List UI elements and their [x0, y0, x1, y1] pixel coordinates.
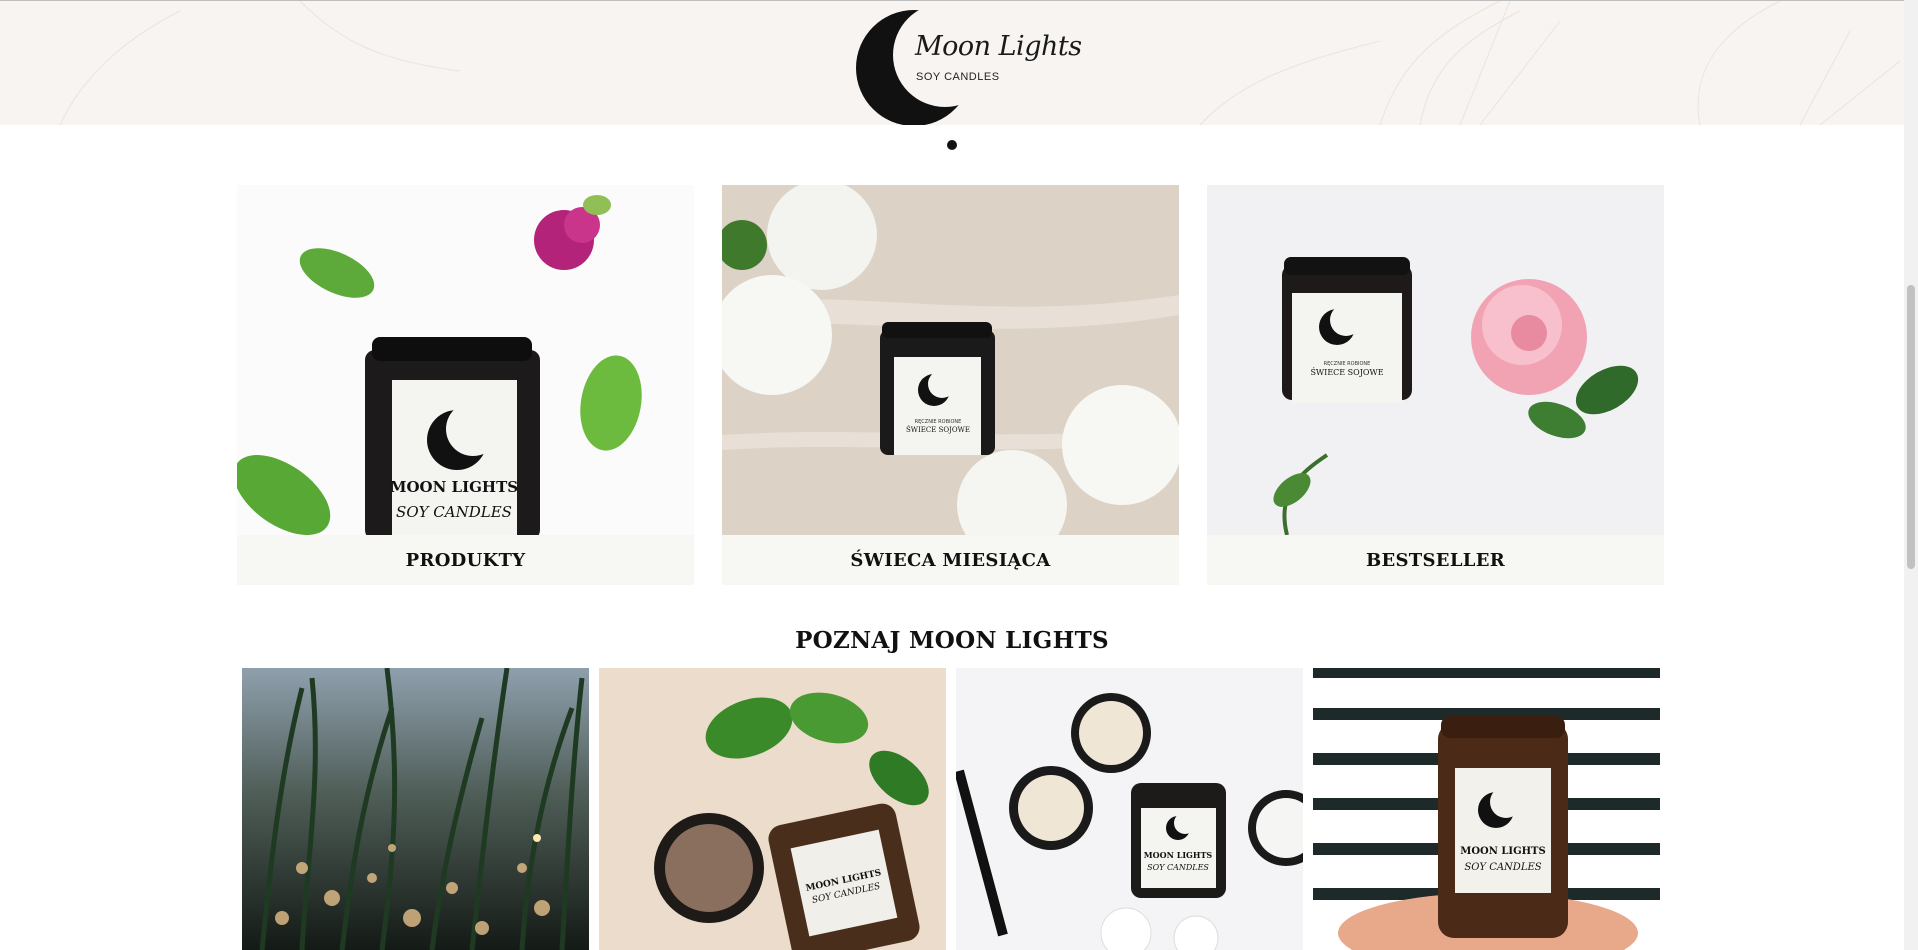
crescent-moon-icon — [856, 5, 985, 125]
swieca-jar-line1: RĘCZNIE ROBIONE — [915, 419, 962, 425]
bestseller-jar-line1: RĘCZNIE ROBIONE — [1324, 361, 1371, 367]
gallery-jar3-line2: SOY CANDLES — [1147, 863, 1209, 872]
gallery-grass-photo — [242, 668, 589, 950]
category-produkty[interactable]: MOON LIGHTS SOY CANDLES PRODUKTY — [237, 185, 694, 585]
gallery-set-photo: MOON LIGHTS SOY CANDLES — [956, 668, 1303, 950]
slider-dot[interactable] — [947, 140, 957, 150]
produkty-label: PRODUKTY — [237, 535, 694, 585]
brand-logo[interactable]: Moon Lights SOY CANDLES — [855, 5, 1082, 125]
gallery-tile-set[interactable]: MOON LIGHTS SOY CANDLES — [956, 668, 1303, 950]
swieca-jar-line2: ŚWIECE SOJOWE — [906, 425, 970, 434]
scrollbar-thumb[interactable] — [1907, 285, 1915, 569]
logo-subtitle: SOY CANDLES — [916, 71, 1000, 83]
gallery-hands-photo: MOON LIGHTS SOY CANDLES — [1313, 668, 1660, 950]
bestseller-label: BESTSELLER — [1207, 535, 1664, 585]
hero-banner: Moon Lights SOY CANDLES — [0, 1, 1904, 125]
gallery-tile-grass[interactable] — [242, 668, 589, 950]
produkty-jar-line1: MOON LIGHTS — [390, 478, 518, 496]
gallery-tile-jars[interactable]: MOON LIGHTS SOY CANDLES — [599, 668, 946, 950]
swieca-miesiaca-label: ŚWIECA MIESIĄCA — [722, 535, 1179, 585]
gallery-jar4-line1: MOON LIGHTS — [1460, 846, 1545, 857]
logo-script: Moon Lights — [915, 31, 1082, 62]
section-heading: POZNAJ MOON LIGHTS — [795, 627, 1109, 655]
bestseller-photo: RĘCZNIE ROBIONE ŚWIECE SOJOWE — [1207, 185, 1664, 535]
produkty-jar-line2: SOY CANDLES — [396, 503, 512, 521]
gallery-jars-photo: MOON LIGHTS SOY CANDLES — [599, 668, 946, 950]
swieca-miesiaca-photo: RĘCZNIE ROBIONE ŚWIECE SOJOWE — [722, 185, 1179, 535]
page-scrollbar[interactable] — [1904, 0, 1918, 950]
gallery-jar3-line1: MOON LIGHTS — [1144, 850, 1213, 860]
category-bestseller[interactable]: RĘCZNIE ROBIONE ŚWIECE SOJOWE BESTSELLER — [1207, 185, 1664, 585]
bestseller-jar-line2: ŚWIECE SOJOWE — [1310, 368, 1383, 377]
produkty-photo: MOON LIGHTS SOY CANDLES — [237, 185, 694, 535]
gallery-tile-hands[interactable]: MOON LIGHTS SOY CANDLES — [1313, 668, 1660, 950]
gallery-jar4-line2: SOY CANDLES — [1464, 862, 1541, 873]
category-swieca-miesiaca[interactable]: RĘCZNIE ROBIONE ŚWIECE SOJOWE ŚWIECA MIE… — [722, 185, 1179, 585]
